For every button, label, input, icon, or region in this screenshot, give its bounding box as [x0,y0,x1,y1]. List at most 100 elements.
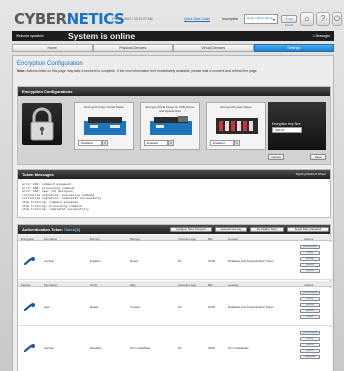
forget-password-button[interactable]: Forget Token Password [287,227,329,232]
key-name: aspTest [44,346,54,350]
system-status: System is online [68,31,136,41]
card-title: Encrypt Virtual Tapes on USB Drives and … [145,105,195,113]
generate-key-button[interactable]: Generate New Key [215,227,247,232]
messages-title: Token Messages Signing Method: Direct [18,170,330,179]
encrypt-usb-card: Encrypt Virtual Tapes on USB Drives and … [140,102,200,150]
key-size-select[interactable]: 256-bit [272,127,302,133]
col-header: Actions [304,236,314,241]
col-header: Verify [90,282,97,287]
controls-login: No [178,346,182,350]
padlock-icon [22,103,62,145]
tab-physical-devices[interactable]: Physical Devices [92,44,173,52]
sign-status: Not in database [130,346,151,350]
located: Database and Authentication Token [228,305,274,309]
col-header: Sign [130,282,136,287]
located: Database and Authentication Token [228,259,274,263]
enable-button[interactable]: Enable [300,257,320,261]
col-header: Bits [208,282,213,287]
content-area: Encryption Configuration Note: Actions l… [12,55,334,371]
encryption-column-header: Encryption Key Name Encrypt Decrypt Cont… [18,235,332,241]
key-size-box: Encryption Key Size 256-bit [268,102,326,150]
page-note: Note: Actions listed on this page may ta… [17,69,258,73]
messages-link[interactable]: 1 Messages [313,34,330,38]
encrypt-physical-select[interactable]: Disabled ▾ [210,140,240,146]
col-header: Decrypt [130,236,140,241]
col-header: Actions [304,282,314,287]
home-icon[interactable]: ⌂ [300,12,314,26]
status-select[interactable]: None \ Silver Name ▾ [244,14,278,24]
col-header: Controls Login [178,282,197,287]
key-name: aasf [44,305,50,309]
configure-password-button[interactable]: Configure Token Password [170,227,212,232]
col-header: Signing [21,282,31,287]
usb-tape-icon [150,116,192,135]
add-to-button[interactable]: Add To [300,349,320,353]
power-icon[interactable]: ⏻ [332,12,342,26]
col-header: Encrypt [90,236,100,241]
status-bar: Welcome sysadmin System is online 1 Mess… [12,31,334,41]
queue-export-button[interactable]: Queue Export [300,245,320,249]
verify-button[interactable]: Verify [300,297,320,301]
auth-token-panel: Authentication Token Token(3) Configure … [17,224,332,371]
queue-export-button[interactable]: Queue Export [300,331,320,335]
located: Not in Database [228,346,249,350]
encrypt-primary-select[interactable]: Disabled ▾ [78,140,108,146]
encrypt-usb-select[interactable]: Enabled ▾ [144,140,174,146]
reinitialize-token-button[interactable]: Re-Initialize Token [250,227,284,232]
col-header: Located [228,282,238,287]
table-row: aasf Ready Trusted No 2048 Database and … [18,288,332,326]
key-icon [24,257,35,265]
encrypt-physical-card: Encrypt Physical Tapes Disabled ▾ [206,102,266,150]
chevron-down-icon: ▾ [234,140,240,146]
verify-button[interactable]: Verify [300,337,320,341]
physical-tape-icon [216,118,258,134]
card-title: Encrypt Physical Tapes [220,105,252,109]
bits: 2048 [208,346,215,350]
welcome-text: Welcome sysadmin [16,34,44,38]
chevron-down-icon: ▾ [102,140,108,146]
log-line: stop tripling: completed successfully [22,207,89,212]
encrypt-status: Enabled [90,259,101,263]
verify-status: Disabled [90,346,102,350]
controls-login: No [178,259,182,263]
tab-settings[interactable]: Settings [253,44,334,52]
controls-login: No [178,305,182,309]
chevron-down-icon: ▾ [272,17,275,22]
encrypt-primary-virtual-card: Encrypt Primary Virtual Tapes Disabled ▾ [74,102,134,150]
col-header: Key Name [44,236,58,241]
enable-button[interactable]: Enable [300,303,320,307]
table-row: encTest Enabled Ready No 2048 Database a… [18,242,332,280]
queue-export-button[interactable]: Queue Export [300,291,320,295]
found-button[interactable]: 2 / 12 Found [281,15,297,27]
help-icon[interactable]: ? [316,12,330,26]
revoke-button[interactable]: Revoke [300,309,320,313]
app-frame: CYBERNETICS Feb 28, 2017 / 10:11:07 AM Q… [0,0,344,371]
quick-start-link[interactable]: Quick Start Guide [184,17,210,21]
token-title: Authentication Token Token(3) Configure … [18,225,330,234]
verify-status: Ready [90,305,99,309]
key-icon [24,303,35,311]
header: CYBERNETICS Feb 28, 2017 / 10:11:07 AM Q… [12,8,342,30]
database-button[interactable]: Database [300,355,320,359]
tab-virtual-devices[interactable]: Virtual Devices [173,44,254,52]
save-button[interactable]: Save [310,154,326,160]
virtual-tape-icon [84,117,126,135]
cancel-button[interactable]: Cancel [268,154,284,160]
delete-button[interactable]: Delete [300,315,320,319]
chevron-down-icon: ▾ [168,140,174,146]
revoke-button[interactable]: Revoke [300,263,320,267]
page-title: Encryption Configuration [17,61,83,67]
enable-button[interactable]: Enable [300,343,320,347]
datetime: Feb 28, 2017 / 10:11:07 AM [112,17,153,21]
token-messages-panel: Token Messages Signing Method: Direct err… [17,169,331,218]
panel-title: Encryption Configurations [18,87,330,96]
verify-button[interactable]: Verify [300,251,320,255]
encryption-config-body: Encrypt Primary Virtual Tapes Disabled ▾ … [18,96,330,164]
main-nav: Home Physical Devices Virtual Devices Se… [12,44,334,52]
encryption-config-panel: Encryption Configurations Encrypt Primar… [17,86,331,165]
col-header: Bits [208,236,213,241]
tab-home[interactable]: Home [12,44,93,52]
col-header: Key Name [44,282,58,287]
bits: 2048 [208,305,215,309]
delete-button[interactable]: Delete [300,269,320,273]
